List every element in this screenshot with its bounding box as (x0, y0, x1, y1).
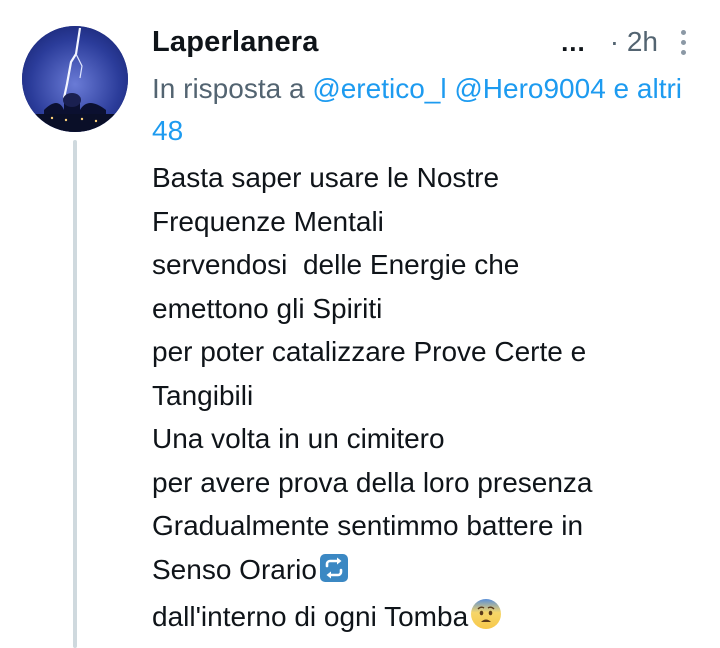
tweet-text: Basta saper usare le Nostre Frequenze Me… (152, 156, 702, 643)
tweet-header: Laperlanera ... · 2h (152, 22, 690, 62)
text-line: servendosi delle Energie che (152, 249, 520, 280)
text-line: Gradualmente sentimmo battere in (152, 510, 584, 541)
mention-link[interactable]: @Hero9004 (454, 73, 605, 104)
text-line-with-emoji: dall'interno di ogni Tomba (152, 595, 702, 643)
text-line: Tangibili (152, 379, 254, 411)
truncated-handle: ... (561, 26, 586, 57)
more-options-icon[interactable] (676, 29, 690, 55)
text-line: per avere prova della loro presenza (152, 466, 593, 498)
mention-link[interactable]: @eretico_l (312, 73, 446, 104)
timestamp[interactable]: · 2h (610, 26, 658, 58)
reply-context: In risposta a @eretico_l @Hero9004 e alt… (152, 68, 697, 152)
avatar-image (22, 26, 128, 132)
text-segment: dall'interno di ogni Tomba (152, 601, 469, 632)
text-line: per poter catalizzare Prove Certe e (152, 336, 587, 367)
avatar[interactable] (22, 26, 128, 132)
text-line: Frequenze Mentali (152, 205, 384, 237)
text-line: emettono gli Spiriti (152, 292, 383, 324)
repeat-button-emoji-icon (319, 552, 349, 596)
thread-line (73, 140, 77, 648)
header-right: ... · 2h (561, 26, 690, 58)
reply-prefix: In risposta a (152, 73, 305, 104)
text-segment: Senso Orario (152, 553, 317, 585)
text-line: Basta saper usare le Nostre (152, 162, 500, 193)
text-line: Una volta in un cimitero (152, 423, 445, 454)
text-line-with-emoji: Senso Orario (152, 548, 702, 596)
fearful-face-emoji-icon (470, 598, 502, 643)
display-name[interactable]: Laperlanera (152, 26, 319, 59)
